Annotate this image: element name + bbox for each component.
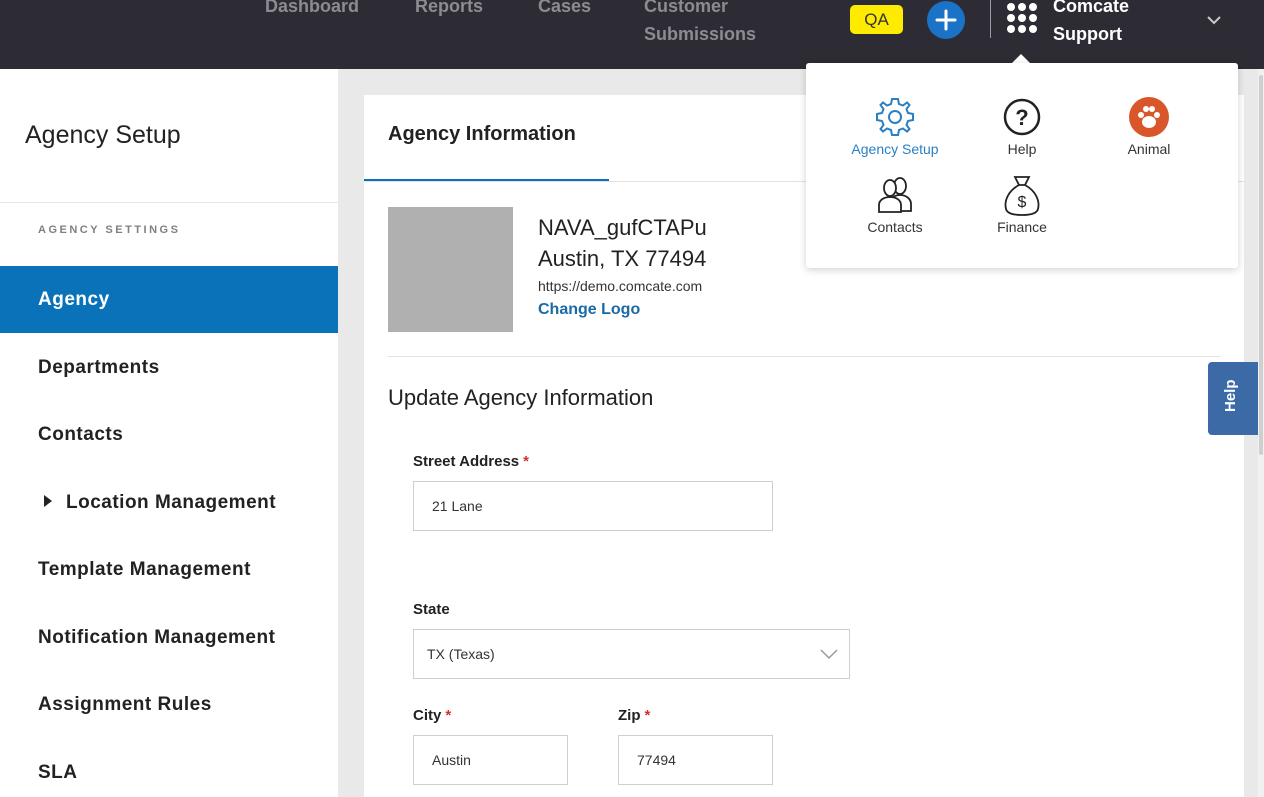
required-marker: *	[644, 707, 651, 724]
nav-customer-submissions[interactable]: Customer Submissions	[644, 0, 756, 48]
sidebar-item-departments[interactable]: Departments	[0, 334, 338, 401]
svg-text:$: $	[1018, 194, 1027, 211]
street-address-input[interactable]: 21 Lane	[413, 481, 773, 531]
chevron-down-icon[interactable]	[1206, 13, 1222, 31]
expand-triangle-icon	[44, 495, 52, 507]
sidebar: Agency Setup AGENCY SETTINGS Agency Depa…	[0, 69, 338, 797]
app-help[interactable]: ? Help	[967, 95, 1077, 157]
sidebar-section-heading: AGENCY SETTINGS	[38, 224, 181, 236]
sidebar-item-agency[interactable]: Agency	[0, 266, 338, 333]
sidebar-item-label: Location Management	[66, 492, 277, 513]
update-section-title: Update Agency Information	[388, 385, 654, 410]
app-finance-label: Finance	[997, 219, 1047, 235]
state-label: State	[413, 601, 450, 618]
sidebar-item-contacts[interactable]: Contacts	[0, 401, 338, 468]
scrollbar-thumb[interactable]	[1259, 75, 1263, 455]
contacts-icon	[878, 177, 912, 213]
nav-dashboard[interactable]: Dashboard	[265, 0, 359, 20]
app-agency-setup[interactable]: Agency Setup	[840, 95, 950, 157]
question-mark-icon: ?	[1003, 98, 1041, 136]
help-side-tab[interactable]: Help	[1208, 362, 1258, 435]
plus-icon	[935, 9, 957, 31]
street-address-label-text: Street Address	[413, 453, 520, 470]
street-address-label: Street Address *	[413, 453, 529, 470]
state-select[interactable]: TX (Texas)	[413, 629, 850, 679]
gear-icon	[876, 98, 914, 136]
app-agency-setup-label: Agency Setup	[851, 141, 939, 157]
nav-reports[interactable]: Reports	[415, 0, 483, 20]
zip-label-text: Zip	[618, 707, 641, 724]
app-contacts-label: Contacts	[867, 219, 923, 235]
app-animal-label: Animal	[1127, 141, 1171, 157]
city-label-text: City	[413, 707, 442, 724]
account-name-line1: Comcate	[1053, 0, 1130, 16]
sidebar-item-notification-management[interactable]: Notification Management	[0, 604, 338, 671]
city-label: City *	[413, 707, 451, 724]
top-navigation-bar: Dashboard Reports Cases Customer Submiss…	[0, 0, 1264, 69]
agency-address: Austin, TX 77494	[538, 246, 707, 271]
create-new-button[interactable]	[927, 1, 965, 39]
agency-logo-placeholder	[388, 207, 513, 332]
app-animal[interactable]: Animal	[1094, 95, 1204, 157]
apps-menu: Agency Setup ? Help Animal Contacts $ Fi…	[806, 63, 1238, 268]
environment-badge: QA	[850, 5, 903, 34]
city-input[interactable]: Austin	[413, 735, 568, 785]
help-side-tab-label: Help	[1222, 379, 1239, 412]
state-select-value: TX (Texas)	[427, 646, 495, 662]
sidebar-title: Agency Setup	[25, 121, 181, 149]
sidebar-item-assignment-rules[interactable]: Assignment Rules	[0, 671, 338, 738]
topbar-divider	[990, 0, 991, 38]
change-logo-link[interactable]: Change Logo	[538, 301, 640, 319]
chevron-down-icon	[820, 649, 838, 660]
money-bag-icon: $	[1004, 176, 1040, 216]
agency-url: https://demo.comcate.com	[538, 278, 703, 294]
sidebar-divider	[0, 202, 338, 203]
app-help-label: Help	[1007, 141, 1037, 157]
sidebar-item-template-management[interactable]: Template Management	[0, 536, 338, 603]
sidebar-item-location-management[interactable]: Location Management	[0, 469, 338, 536]
agency-name: NAVA_gufCTAPu	[538, 215, 707, 240]
app-grid-icon[interactable]	[1006, 2, 1038, 34]
app-finance[interactable]: $ Finance	[967, 173, 1077, 235]
paw-icon	[1129, 97, 1169, 137]
required-marker: *	[523, 453, 529, 470]
svg-text:?: ?	[1015, 105, 1028, 130]
zip-input[interactable]: 77494	[618, 735, 773, 785]
tab-agency-information[interactable]: Agency Information	[388, 123, 576, 146]
nav-customer-submissions-line2: Submissions	[644, 24, 757, 44]
sidebar-item-sla[interactable]: SLA	[0, 739, 338, 797]
nav-cases[interactable]: Cases	[538, 0, 591, 20]
section-divider	[388, 356, 1220, 357]
zip-label: Zip *	[618, 707, 650, 724]
account-name-line2: Support	[1053, 24, 1122, 44]
required-marker: *	[445, 707, 452, 724]
nav-customer-submissions-line1: Customer	[644, 0, 729, 16]
app-contacts[interactable]: Contacts	[840, 173, 950, 235]
account-menu[interactable]: Comcate Support	[1053, 0, 1163, 48]
